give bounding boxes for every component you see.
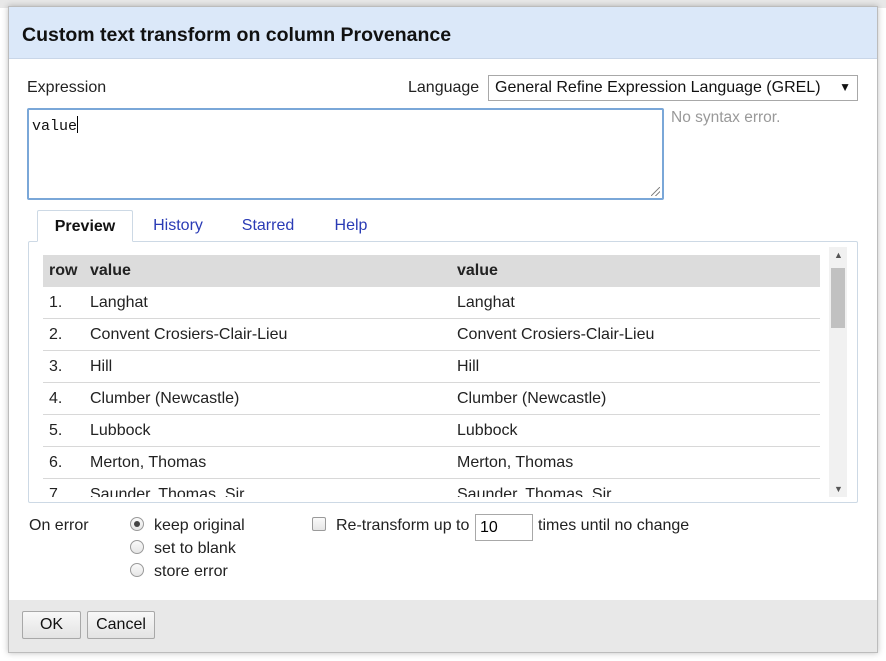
expression-label: Expression <box>27 79 107 96</box>
row-number: 2. <box>49 326 63 343</box>
preview-table: row value value 1. Langhat Langhat 2. Co… <box>43 255 820 497</box>
scroll-down-arrow-icon[interactable]: ▼ <box>834 484 843 494</box>
cancel-button[interactable]: Cancel <box>87 611 155 639</box>
language-selected-value: General Refine Expression Language (GREL… <box>495 79 821 96</box>
dialog-footer: OK Cancel <box>9 600 877 652</box>
row-new-value: Clumber (Newcastle) <box>457 390 607 407</box>
on-error-label: On error <box>29 517 89 534</box>
expression-textarea[interactable]: value <box>27 108 664 200</box>
row-new-value: Hill <box>457 358 480 375</box>
tab-preview[interactable]: Preview <box>37 210 133 242</box>
row-new-value: Lubbock <box>457 422 518 439</box>
scroll-up-arrow-icon[interactable]: ▲ <box>834 250 843 260</box>
row-number: 6. <box>49 454 63 471</box>
row-new-value: Merton, Thomas <box>457 454 574 471</box>
row-number: 7. <box>49 486 63 497</box>
table-row: 3. Hill Hill <box>43 351 820 383</box>
retransform-times-input[interactable] <box>475 514 533 541</box>
ok-button[interactable]: OK <box>22 611 81 639</box>
row-value: Merton, Thomas <box>90 454 207 471</box>
transform-dialog: Custom text transform on column Provenan… <box>8 6 878 653</box>
row-new-value: Saunder, Thomas, Sir <box>457 486 612 497</box>
expression-text: value <box>32 118 78 135</box>
row-new-value: Langhat <box>457 294 515 311</box>
column-header-row: row <box>49 262 78 279</box>
dialog-title: Custom text transform on column Provenan… <box>22 24 452 46</box>
table-row: 4. Clumber (Newcastle) Clumber (Newcastl… <box>43 383 820 415</box>
tab-history[interactable]: History <box>145 210 211 242</box>
row-number: 4. <box>49 390 63 407</box>
table-row: 1. Langhat Langhat <box>43 287 820 319</box>
radio-store-error[interactable] <box>130 563 144 577</box>
store-error-label[interactable]: store error <box>154 563 228 581</box>
table-row: 6. Merton, Thomas Merton, Thomas <box>43 447 820 479</box>
table-row: 2. Convent Crosiers-Clair-Lieu Convent C… <box>43 319 820 351</box>
keep-original-label[interactable]: keep original <box>154 517 245 535</box>
row-number: 1. <box>49 294 63 311</box>
row-value: Convent Crosiers-Clair-Lieu <box>90 326 288 343</box>
dropdown-arrow-icon: ▼ <box>839 80 851 94</box>
retransform-checkbox[interactable] <box>312 517 326 531</box>
scroll-thumb[interactable] <box>831 268 845 328</box>
column-header-new-value: value <box>457 262 498 279</box>
retransform-suffix-label: times until no change <box>538 517 690 534</box>
column-header-value: value <box>90 262 131 279</box>
table-row: 5. Lubbock Lubbock <box>43 415 820 447</box>
language-select[interactable]: General Refine Expression Language (GREL… <box>488 75 858 101</box>
tab-starred[interactable]: Starred <box>236 210 300 242</box>
row-value: Hill <box>90 358 113 375</box>
row-value: Langhat <box>90 294 148 311</box>
row-number: 5. <box>49 422 63 439</box>
row-number: 3. <box>49 358 63 375</box>
retransform-label[interactable]: Re-transform up to <box>336 517 469 535</box>
dialog-header: Custom text transform on column Provenan… <box>9 7 877 59</box>
preview-scrollbar[interactable]: ▲ ▼ <box>829 247 847 497</box>
table-header: row value value <box>43 255 820 287</box>
radio-set-to-blank[interactable] <box>130 540 144 554</box>
row-value: Lubbock <box>90 422 151 439</box>
radio-keep-original[interactable] <box>130 517 144 531</box>
row-value: Saunder, Thomas, Sir <box>90 486 245 497</box>
row-new-value: Convent Crosiers-Clair-Lieu <box>457 326 655 343</box>
set-to-blank-label[interactable]: set to blank <box>154 540 236 558</box>
language-label: Language <box>408 79 480 96</box>
row-value: Clumber (Newcastle) <box>90 390 240 407</box>
tab-help[interactable]: Help <box>327 210 375 242</box>
syntax-status: No syntax error. <box>671 109 781 126</box>
text-caret <box>77 116 79 133</box>
table-row: 7. Saunder, Thomas, Sir Saunder, Thomas,… <box>43 479 820 497</box>
resize-handle-icon[interactable] <box>651 187 660 196</box>
